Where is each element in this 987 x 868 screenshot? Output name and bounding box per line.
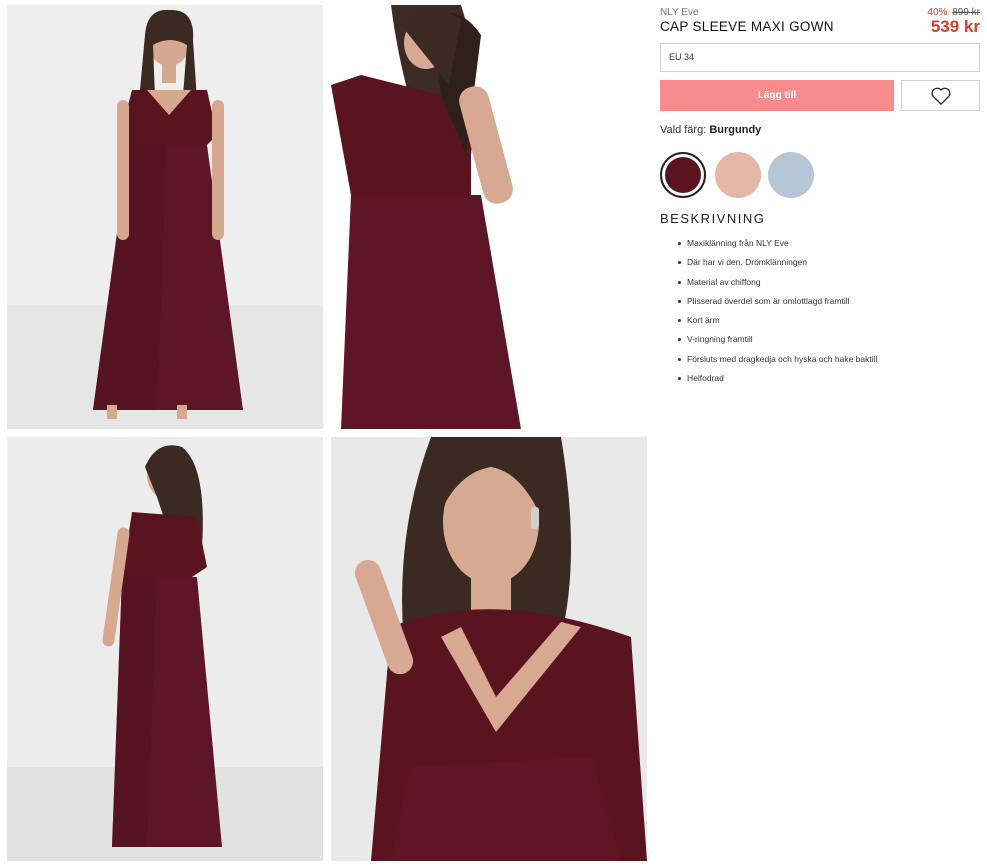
list-item: Kort ärm [678, 313, 877, 332]
model-back-full-illustration [7, 437, 323, 861]
brand-name[interactable]: NLY Eve [660, 7, 699, 18]
model-back-illustration [331, 5, 647, 429]
wishlist-button[interactable] [901, 80, 980, 111]
selected-color-value: Burgundy [709, 124, 762, 136]
product-gallery [0, 0, 650, 868]
list-item: Försluts med dragkedja och hyska och hak… [678, 352, 877, 371]
current-price: 539 kr [930, 17, 980, 36]
description-heading: BESKRIVNING [660, 211, 766, 226]
product-title: CAP SLEEVE MAXI GOWN [660, 19, 834, 34]
heart-icon [931, 87, 950, 105]
list-item: V-ringning framtill [678, 332, 877, 351]
product-image-front[interactable] [7, 5, 323, 429]
product-info-panel: NLY Eve CAP SLEEVE MAXI GOWN 40% 899 kr … [660, 0, 980, 868]
product-image-back-detail[interactable] [331, 5, 647, 429]
color-swatch-burgundy[interactable] [660, 152, 706, 198]
list-item: Material av chiffong [678, 275, 877, 294]
add-to-cart-button[interactable]: Lägg till [660, 80, 894, 111]
selected-color-label: Vald färg: [660, 124, 707, 136]
selected-color-line: Vald färg: Burgundy [660, 124, 761, 136]
product-image-closeup[interactable] [331, 437, 647, 861]
color-swatch-light-blue[interactable] [768, 152, 814, 198]
list-item: Maxiklänning från NLY Eve [678, 236, 877, 255]
color-swatch-pink[interactable] [715, 152, 761, 198]
size-select[interactable]: EU 34 [660, 43, 980, 72]
list-item: Där har vi den. Drömklänningen [678, 255, 877, 274]
model-front-illustration [7, 5, 323, 429]
description-list: Maxiklänning från NLY Eve Där har vi den… [678, 236, 877, 390]
product-image-back[interactable] [7, 437, 323, 861]
model-closeup-illustration [331, 437, 647, 861]
list-item: Plisserad överdel som är omlottlagd fram… [678, 294, 877, 313]
list-item: Helfodrad [678, 371, 877, 390]
